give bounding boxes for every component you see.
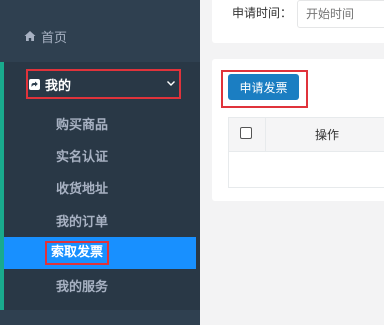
- sidebar-item-home[interactable]: 首页: [0, 20, 200, 52]
- sidebar-item-label: 我的: [45, 78, 72, 94]
- start-date-input[interactable]: [297, 0, 384, 28]
- sidebar-item-my[interactable]: 我的: [26, 69, 181, 99]
- table-header: 操作: [229, 118, 384, 152]
- select-all-checkbox[interactable]: [240, 127, 252, 139]
- sidebar-item-request-invoice[interactable]: 索取发票: [4, 237, 196, 269]
- sidebar-item-label: 索取发票: [45, 241, 110, 265]
- sidebar-item-my-services[interactable]: 我的服务: [4, 269, 196, 301]
- sidebar-item-label: 购买商品: [56, 117, 109, 133]
- apply-invoice-button[interactable]: 申请发票: [228, 74, 299, 100]
- home-icon: [24, 30, 36, 42]
- sidebar-item-label: 实名认证: [56, 149, 109, 165]
- sidebar-item-label: 收货地址: [56, 181, 109, 197]
- sidebar-item-buy-goods[interactable]: 购买商品: [4, 107, 196, 139]
- sidebar-item-label: 我的服务: [56, 279, 109, 295]
- table-empty-row: [229, 152, 384, 187]
- apply-date-label: 申请时间：: [232, 6, 293, 20]
- sidebar-item-label: 我的订单: [56, 214, 109, 230]
- select-all-cell: [229, 118, 266, 151]
- sidebar-item-my-orders[interactable]: 我的订单: [4, 204, 196, 236]
- sidebar-item-shipping-address[interactable]: 收货地址: [4, 171, 196, 203]
- sidebar-item-real-name-auth[interactable]: 实名认证: [4, 139, 196, 171]
- invoice-table: 操作: [228, 117, 384, 188]
- sidebar-item-label: 首页: [41, 30, 68, 46]
- share-square-icon: [29, 78, 40, 90]
- chevron-down-icon: [165, 77, 177, 89]
- column-header-actions: 操作: [315, 128, 340, 142]
